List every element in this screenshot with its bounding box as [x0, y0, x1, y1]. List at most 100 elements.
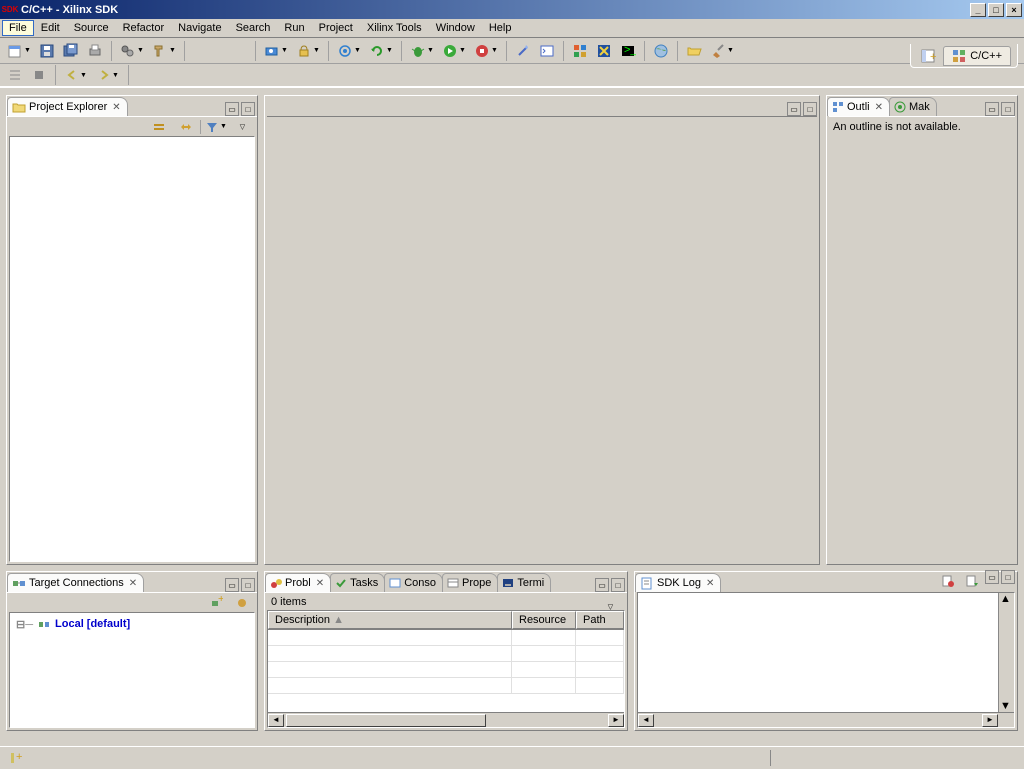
export-log-button[interactable] — [961, 570, 983, 592]
menu-navigate[interactable]: Navigate — [171, 20, 228, 36]
menu-window[interactable]: Window — [429, 20, 482, 36]
close-tab-icon[interactable]: ✕ — [316, 578, 324, 589]
column-path[interactable]: Path — [576, 611, 624, 629]
link-editor-button[interactable] — [174, 116, 196, 138]
make-tab[interactable]: Mak — [889, 97, 937, 116]
menu-run[interactable]: Run — [277, 20, 311, 36]
close-tab-icon[interactable]: ✕ — [112, 102, 120, 113]
vertical-scrollbar[interactable]: ▲ ▼ — [998, 593, 1014, 712]
target-connections-tab[interactable]: Target Connections ✕ — [7, 573, 144, 592]
target-local-item[interactable]: ⊟─ Local [default] — [10, 613, 254, 635]
print-button[interactable] — [84, 40, 106, 62]
terminal-tab[interactable]: Termi — [497, 573, 551, 592]
target-settings-button[interactable] — [231, 592, 253, 614]
sdk-log-body[interactable]: ▲ ▼ ◄ ► — [637, 592, 1015, 728]
minimize-button[interactable]: _ — [970, 3, 986, 17]
debug-dropdown-button[interactable]: ▼ — [407, 40, 437, 62]
new-dropdown-button[interactable]: ▼ — [4, 40, 34, 62]
properties-tab[interactable]: Prope — [442, 573, 498, 592]
target-connections-tree[interactable]: ⊟─ Local [default] — [9, 612, 255, 728]
column-description[interactable]: Description ▲ — [268, 611, 512, 629]
column-resource[interactable]: Resource — [512, 611, 576, 629]
tasks-tab[interactable]: Tasks — [330, 573, 385, 592]
grid-icon[interactable] — [569, 40, 591, 62]
folder-open-icon[interactable] — [683, 40, 705, 62]
menu-refactor[interactable]: Refactor — [116, 20, 172, 36]
window-title: C/C++ - Xilinx SDK — [21, 4, 968, 16]
menu-source[interactable]: Source — [67, 20, 116, 36]
maximize-view-button[interactable]: □ — [241, 578, 255, 592]
horizontal-scrollbar[interactable]: ◄ ► — [268, 712, 624, 727]
build-dropdown-button[interactable]: ▼ — [117, 40, 147, 62]
maximize-view-button[interactable]: □ — [611, 578, 625, 592]
scroll-right-button[interactable]: ► — [982, 714, 998, 727]
minimize-view-button[interactable]: ▭ — [225, 102, 239, 116]
scroll-right-button[interactable]: ► — [608, 714, 624, 727]
collapse-all-button[interactable] — [148, 116, 170, 138]
close-tab-icon[interactable]: ✕ — [875, 102, 883, 113]
close-tab-icon[interactable]: ✕ — [706, 578, 714, 589]
menu-file[interactable]: File — [2, 20, 34, 36]
scroll-thumb[interactable] — [286, 714, 486, 727]
outline-tab[interactable]: Outli ✕ — [827, 97, 890, 116]
scroll-left-button[interactable]: ◄ — [268, 714, 284, 727]
scroll-up-button[interactable]: ▲ — [1000, 593, 1014, 605]
view-menu-button[interactable]: ▽ — [231, 116, 253, 138]
console-tab[interactable]: Conso — [384, 573, 443, 592]
minimize-view-button[interactable]: ▭ — [225, 578, 239, 592]
console-tab-label: Conso — [404, 577, 436, 589]
save-all-button[interactable] — [60, 40, 82, 62]
scroll-down-button[interactable]: ▼ — [1000, 700, 1014, 712]
open-perspective-button[interactable]: + — [917, 45, 939, 67]
clear-log-button[interactable] — [937, 570, 959, 592]
nav-list-button[interactable] — [4, 64, 26, 86]
globe-icon[interactable] — [650, 40, 672, 62]
tree-expand-icon[interactable]: ⊟─ — [16, 618, 33, 631]
minimize-editor-button[interactable]: ▭ — [787, 102, 801, 116]
nav-stop-button[interactable] — [28, 64, 50, 86]
filter-button[interactable]: ▼ — [205, 116, 227, 138]
close-tab-icon[interactable]: ✕ — [129, 578, 137, 589]
project-explorer-panel: Project Explorer ✕ ▭ □ ▼ ▽ — [6, 95, 258, 565]
camera-dropdown-button[interactable]: ▼ — [261, 40, 291, 62]
wand-button[interactable] — [512, 40, 534, 62]
forward-dropdown-button[interactable]: ▼ — [93, 64, 123, 86]
xilinx-icon[interactable] — [593, 40, 615, 62]
minimize-view-button[interactable]: ▭ — [595, 578, 609, 592]
console-button[interactable] — [536, 40, 558, 62]
back-dropdown-button[interactable]: ▼ — [61, 64, 91, 86]
target-dropdown-button[interactable]: ▼ — [334, 40, 364, 62]
horizontal-scrollbar[interactable]: ◄ ► — [638, 712, 1014, 727]
menu-help[interactable]: Help — [482, 20, 519, 36]
minimize-view-button[interactable]: ▭ — [985, 570, 999, 584]
menu-search[interactable]: Search — [229, 20, 278, 36]
lock-dropdown-button[interactable]: ▼ — [293, 40, 323, 62]
problems-table[interactable]: Description ▲ Resource Path ◄ ► — [267, 610, 625, 728]
maximize-view-button[interactable]: □ — [241, 102, 255, 116]
terminal-icon[interactable]: >_ — [617, 40, 639, 62]
add-target-button[interactable]: + — [205, 592, 227, 614]
project-explorer-tree[interactable] — [9, 136, 255, 562]
hammer-dropdown-button[interactable]: ▼ — [149, 40, 179, 62]
brush-dropdown-button[interactable]: ▼ — [707, 40, 737, 62]
refresh-dropdown-button[interactable]: ▼ — [366, 40, 396, 62]
maximize-button[interactable]: □ — [988, 3, 1004, 17]
menu-project[interactable]: Project — [312, 20, 360, 36]
problems-tab[interactable]: Probl ✕ — [265, 573, 331, 592]
toolbar-separator — [644, 41, 645, 61]
perspective-cpp-tab[interactable]: C/C++ — [943, 46, 1011, 66]
menu-xilinx-tools[interactable]: Xilinx Tools — [360, 20, 429, 36]
menu-edit[interactable]: Edit — [34, 20, 67, 36]
close-button[interactable]: × — [1006, 3, 1022, 17]
sdk-log-tab[interactable]: SDK Log ✕ — [635, 573, 721, 592]
status-indicator-icon[interactable]: + — [4, 747, 26, 769]
minimize-view-button[interactable]: ▭ — [985, 102, 999, 116]
run-dropdown-button[interactable]: ▼ — [439, 40, 469, 62]
maximize-editor-button[interactable]: □ — [803, 102, 817, 116]
external-tools-dropdown-button[interactable]: ▼ — [471, 40, 501, 62]
project-explorer-tab[interactable]: Project Explorer ✕ — [7, 97, 128, 116]
scroll-left-button[interactable]: ◄ — [638, 714, 654, 727]
maximize-view-button[interactable]: □ — [1001, 570, 1015, 584]
save-button[interactable] — [36, 40, 58, 62]
maximize-view-button[interactable]: □ — [1001, 102, 1015, 116]
